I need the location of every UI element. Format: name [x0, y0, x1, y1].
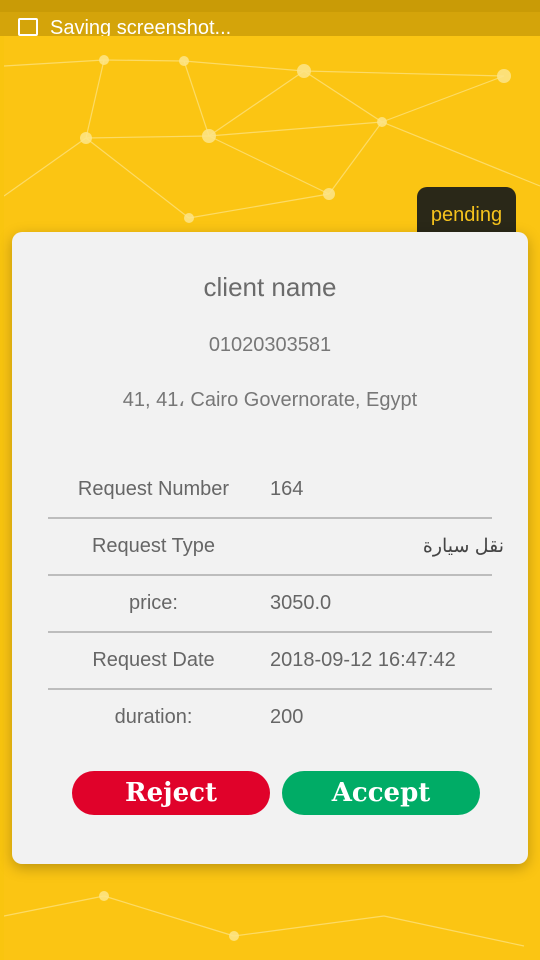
detail-label: Request Number — [77, 478, 230, 500]
detail-value: 3050.0 — [270, 592, 332, 614]
status-bar — [0, 0, 540, 12]
detail-value: 200 — [270, 706, 304, 728]
detail-label: price: — [129, 592, 178, 614]
client-name: client name — [203, 272, 337, 302]
request-card: client name 01020303581 41, 41، Cairo Go… — [12, 232, 528, 864]
client-phone: 01020303581 — [208, 334, 332, 356]
notification-bar: Saving screenshot... — [0, 12, 540, 36]
detail-row-duration: duration: 200 — [48, 690, 492, 745]
detail-row-request-number: Request Number 164 — [48, 462, 492, 519]
client-address: 41, 41، Cairo Governorate, Egypt — [122, 389, 418, 411]
detail-label: Request Type — [91, 535, 216, 557]
detail-value: نقل سيارة — [422, 536, 504, 557]
detail-label: Request Date — [92, 649, 215, 671]
detail-label: duration: — [114, 706, 193, 728]
detail-value: 164 — [270, 478, 304, 500]
accept-button[interactable]: Accept — [282, 771, 480, 815]
detail-row-request-type: Request Type نقل سيارة — [48, 519, 504, 576]
detail-row-price: price: 3050.0 — [48, 576, 492, 633]
notification-text: Saving screenshot... — [50, 17, 232, 36]
detail-value: 2018-09-12 16:47:42 — [270, 649, 456, 671]
reject-button[interactable]: Reject — [72, 771, 270, 815]
request-details: Request Number 164 Request Type نقل سيار… — [48, 462, 504, 745]
detail-row-request-date: Request Date 2018-09-12 16:47:42 — [48, 633, 492, 690]
screenshot-icon — [18, 18, 38, 36]
